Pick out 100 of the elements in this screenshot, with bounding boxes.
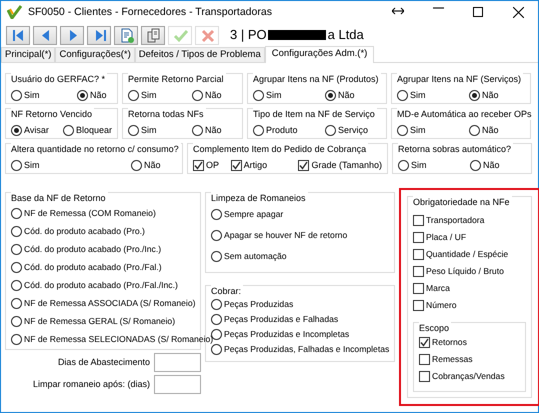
new-document-icon — [118, 28, 134, 42]
group-title: Base da NF de Retorno — [11, 192, 108, 204]
group-title: Altera quantidade no retorno c/ consumo? — [11, 143, 181, 155]
new-document-button[interactable] — [114, 26, 138, 44]
option-label: Sim — [24, 159, 40, 172]
option-label: Não — [205, 124, 222, 137]
option-label: Sim — [141, 124, 156, 137]
tab[interactable]: Principal(*) — [1, 47, 56, 62]
option-label: Cód. do produto acabado (Pro.) — [24, 225, 145, 238]
option-label: Sim — [410, 124, 426, 137]
group-title: Retorna todas NFs — [128, 108, 206, 120]
radio-button[interactable] — [11, 316, 22, 327]
radio-button[interactable] — [62, 125, 74, 136]
radio-button[interactable] — [11, 280, 22, 291]
option-label: Artigo — [244, 159, 268, 172]
group-title: Cobrar: — [211, 285, 244, 297]
radio-button[interactable] — [211, 344, 222, 355]
first-record-button[interactable] — [6, 26, 30, 44]
radio-button[interactable] — [11, 244, 22, 255]
radio-button[interactable] — [398, 160, 409, 171]
option-label: Retornos — [432, 336, 467, 349]
option-label: NF de Remessa (COM Romaneio) — [24, 207, 156, 220]
radio-button[interactable] — [211, 329, 222, 340]
checkbox[interactable] — [193, 160, 204, 171]
group-title: Tipo de Item na NF de Serviço — [253, 108, 377, 120]
checkbox[interactable] — [413, 249, 424, 260]
tab[interactable]: Configurações(*) — [55, 47, 135, 62]
radio-button[interactable] — [192, 125, 203, 136]
option-label: Cobranças/Vendas — [432, 370, 505, 383]
checkbox[interactable] — [419, 354, 430, 365]
option-label: Número — [426, 299, 457, 312]
last-record-button[interactable] — [87, 26, 111, 44]
first-record-icon — [10, 28, 26, 42]
option-label: Apagar se houver NF de retorno — [224, 229, 348, 242]
group-title: Agrupar Itens na NF (Produtos) — [253, 73, 381, 85]
option-label: Não — [482, 124, 499, 137]
radio-button[interactable] — [469, 125, 480, 136]
checkbox[interactable] — [413, 283, 424, 294]
radio-button[interactable] — [211, 230, 222, 241]
checkbox[interactable] — [413, 266, 424, 277]
option-label: Peso Líquido / Bruto — [426, 265, 504, 278]
option-label: NF de Remessa ASSOCIADA (S/ Romaneio) — [24, 297, 196, 310]
radio-button[interactable] — [11, 208, 22, 219]
option-label: Não — [90, 89, 107, 102]
radio-button[interactable] — [128, 125, 139, 136]
option-label: Sempre apagar — [224, 208, 284, 221]
radio-button[interactable] — [397, 90, 408, 101]
group-title: NF Retorno Vencido — [11, 108, 94, 120]
radio-button[interactable] — [128, 90, 139, 101]
previous-button[interactable] — [33, 26, 57, 44]
tab[interactable]: Configurações Adm.(*) — [264, 46, 374, 63]
option-label: Sim — [141, 89, 156, 102]
radio-button[interactable] — [325, 125, 336, 136]
checkbox[interactable] — [298, 160, 310, 171]
documents-button[interactable] — [141, 26, 165, 44]
radio-button[interactable] — [11, 226, 22, 237]
option-label: Grade (Tamanho) — [311, 159, 382, 172]
option-label: NF de Remessa GERAL (S/ Romaneio) — [24, 315, 176, 328]
radio-button[interactable] — [211, 314, 222, 325]
checkbox[interactable] — [230, 160, 242, 171]
radio-button[interactable] — [77, 90, 88, 101]
radio-button[interactable] — [131, 160, 142, 171]
radio-button[interactable] — [11, 334, 22, 345]
radio-button[interactable] — [253, 90, 264, 101]
radio-button[interactable] — [211, 209, 222, 220]
radio-button[interactable] — [11, 125, 22, 136]
field-label: Dias de Abastecimento — [58, 357, 150, 368]
tab[interactable]: Defeitos / Tipos de Problema — [134, 47, 265, 62]
radio-button[interactable] — [11, 160, 22, 171]
logo-icon — [7, 5, 23, 19]
input-field[interactable] — [154, 375, 201, 394]
radio-button[interactable] — [470, 160, 481, 171]
group-title: Retorna sobras automático? — [398, 143, 514, 155]
radio-button[interactable] — [11, 90, 22, 101]
radio-button[interactable] — [325, 90, 336, 101]
radio-button[interactable] — [469, 90, 480, 101]
option-label: Não — [144, 159, 161, 172]
record-name: a Ltda — [328, 27, 364, 43]
radio-button[interactable] — [192, 90, 203, 101]
option-label: OP — [206, 159, 220, 172]
checkbox[interactable] — [413, 300, 424, 311]
radio-button[interactable] — [11, 298, 22, 309]
radio-button[interactable] — [211, 299, 222, 310]
option-label: Sim — [410, 89, 426, 102]
checkbox[interactable] — [419, 371, 430, 382]
radio-button[interactable] — [253, 125, 264, 136]
option-label: Peças Produzidas, Falhadas e Incompletas — [224, 343, 390, 356]
input-field[interactable] — [154, 353, 201, 372]
next-button[interactable] — [60, 26, 84, 44]
checkbox[interactable] — [419, 337, 430, 348]
radio-button[interactable] — [211, 251, 222, 262]
option-label: Quantidade / Espécie — [426, 248, 508, 261]
option-label: Remessas — [432, 353, 473, 366]
radio-button[interactable] — [11, 262, 22, 273]
radio-button[interactable] — [397, 125, 408, 136]
option-label: Sim — [24, 89, 40, 102]
checkbox[interactable] — [413, 232, 424, 243]
checkmark-icon — [172, 28, 188, 42]
group-title: MD-e Automática ao receber OPs — [397, 108, 534, 120]
checkbox[interactable] — [413, 215, 424, 226]
